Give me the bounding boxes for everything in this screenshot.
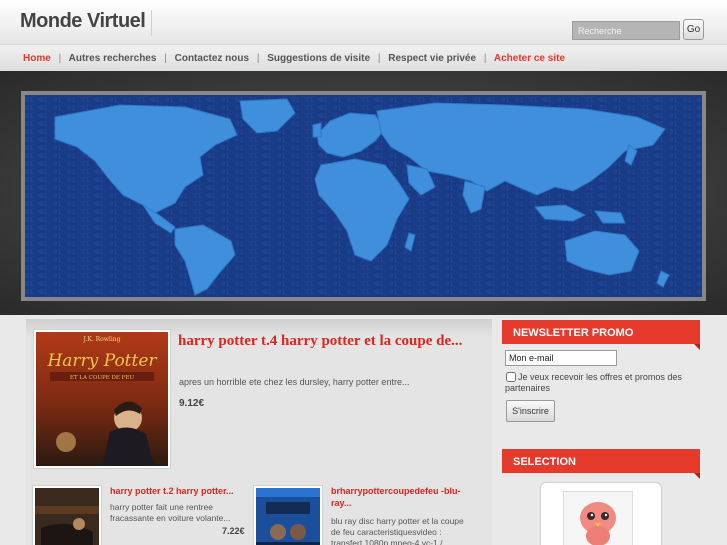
title-divider: [151, 10, 152, 36]
email-field[interactable]: [505, 350, 617, 366]
product-thumbnail[interactable]: [32, 485, 102, 545]
nav-separator: |: [58, 53, 62, 64]
optin-label: Je veux recevoir les offres et promos de…: [505, 372, 682, 393]
nav-separator: |: [164, 53, 167, 64]
featured-title[interactable]: harry potter t.4 harry potter et la coup…: [178, 330, 478, 352]
selection-product-image[interactable]: [563, 491, 633, 545]
plush-toy-icon: [564, 492, 632, 545]
featured-description: apres un horrible ete chez les dursley, …: [179, 377, 410, 387]
selection-heading: SELECTION: [502, 449, 700, 479]
product-title[interactable]: brharrypottercoupedefeu -blu-ray...: [331, 485, 467, 509]
header: Monde Virtuel Go: [0, 0, 727, 44]
search-input[interactable]: [572, 21, 680, 40]
bluray-cover-image: [256, 488, 320, 545]
world-map-frame: 01: [21, 91, 706, 301]
product-title[interactable]: harry potter t.2 harry potter...: [110, 485, 242, 497]
book-cover-image: J.K. Rowling Harry Potter ET LA COUPE DE…: [36, 332, 168, 466]
selection-panel: [502, 475, 700, 545]
book-cover-image: [35, 488, 99, 545]
subscribe-button[interactable]: S'inscrire: [506, 400, 555, 422]
selection-card[interactable]: [540, 482, 662, 545]
product-list: J.K. Rowling Harry Potter ET LA COUPE DE…: [26, 319, 492, 545]
newsletter-form: Je veux recevoir les offres et promos de…: [502, 343, 700, 431]
product-price: 7.22€: [222, 526, 245, 536]
cover-subtitle: ET LA COUPE DE FEU: [70, 375, 135, 381]
product-description: harry potter fait une rentree fracassant…: [110, 502, 231, 523]
nav-item-suggestions[interactable]: Suggestions de visite: [267, 53, 370, 64]
nav-separator: |: [256, 53, 260, 64]
nav-item-home[interactable]: Home: [23, 53, 51, 64]
featured-book-cover[interactable]: J.K. Rowling Harry Potter ET LA COUPE DE…: [33, 329, 171, 469]
main-nav: Home | Autres recherches | Contactez nou…: [0, 44, 727, 71]
hero-banner: 01: [0, 71, 727, 315]
featured-price: 9.12€: [179, 398, 205, 409]
nav-item-respect-vie-privee[interactable]: Respect vie privée: [388, 53, 476, 64]
nav-item-contactez-nous[interactable]: Contactez nous: [175, 53, 249, 64]
product-description: blu ray disc harry potter et la coupe de…: [331, 516, 464, 545]
cover-title: Harry Potter: [46, 351, 157, 371]
newsletter-heading: NEWSLETTER PROMO: [502, 320, 700, 350]
site-title[interactable]: Monde Virtuel: [20, 10, 146, 33]
go-button[interactable]: Go: [683, 19, 704, 40]
world-map-image: 01: [25, 95, 702, 297]
nav-item-acheter-ce-site[interactable]: Acheter ce site: [494, 53, 565, 64]
nav-separator: |: [483, 53, 487, 64]
product-thumbnail[interactable]: [253, 485, 323, 545]
cover-author: J.K. Rowling: [83, 336, 121, 343]
world-map-icon: 01: [25, 95, 702, 297]
nav-item-autres-recherches[interactable]: Autres recherches: [69, 53, 157, 64]
nav-separator: |: [377, 53, 381, 64]
